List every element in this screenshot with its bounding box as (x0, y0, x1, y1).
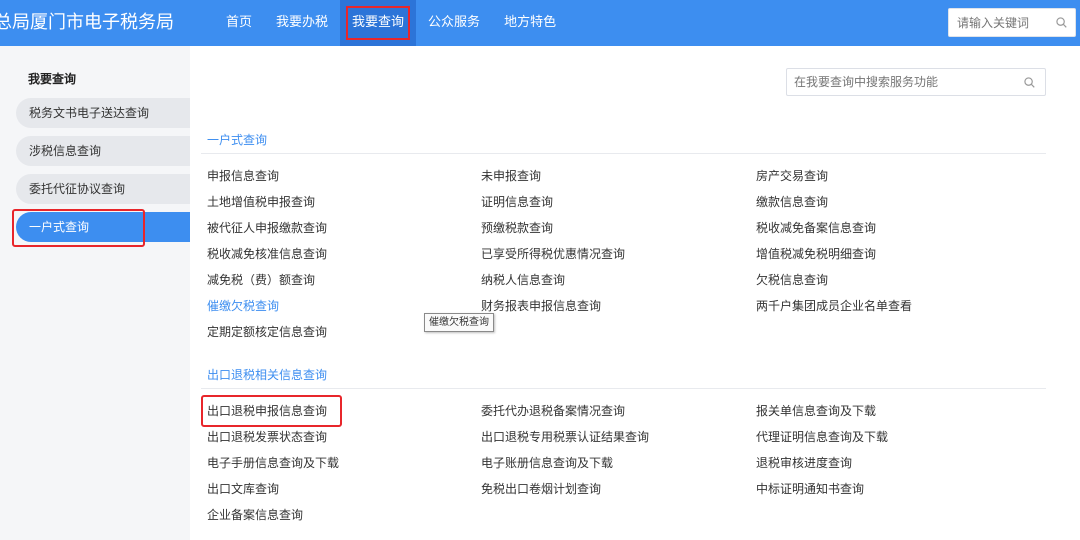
link-prepaid-tax[interactable]: 预缴税款查询 (481, 219, 553, 236)
divider (201, 388, 1046, 389)
link-refund-review-progress[interactable]: 退税审核进度查询 (756, 454, 852, 471)
sidebar-item-one-stop-query[interactable]: 一户式查询 (16, 212, 190, 242)
sidebar-item-tax-info[interactable]: 涉税信息查询 (16, 136, 190, 166)
link-declaration-info[interactable]: 申报信息查询 (207, 167, 279, 184)
link-refund-invoice-status[interactable]: 出口退税发票状态查询 (207, 428, 327, 445)
link-certificate-info[interactable]: 证明信息查询 (481, 193, 553, 210)
link-enterprise-filing[interactable]: 企业备案信息查询 (207, 506, 303, 523)
link-export-library[interactable]: 出口文库查询 (207, 480, 279, 497)
link-property-transaction[interactable]: 房产交易查询 (756, 167, 828, 184)
main-nav: 首页 我要办税 我要查询 公众服务 地方特色 (214, 0, 568, 46)
header-search-input[interactable] (957, 9, 1057, 36)
link-taxpayer-info[interactable]: 纳税人信息查询 (481, 271, 565, 288)
link-group-member-list[interactable]: 两千户集团成员企业名单查看 (756, 297, 912, 314)
link-e-account-book[interactable]: 电子账册信息查询及下载 (481, 454, 613, 471)
link-customs-declaration[interactable]: 报关单信息查询及下载 (756, 402, 876, 419)
sidebar-title: 我要查询 (28, 72, 77, 86)
link-e-manual[interactable]: 电子手册信息查询及下载 (207, 454, 339, 471)
link-agent-refund-filing[interactable]: 委托代办退税备案情况查询 (481, 402, 625, 419)
link-overdue-tax-reminder[interactable]: 催缴欠税查询 (207, 297, 279, 314)
site-title: 总局厦门市电子税务局 (0, 12, 174, 33)
link-exemption-filing[interactable]: 税收减免备案信息查询 (756, 219, 876, 236)
sidebar-item-tax-doc-delivery[interactable]: 税务文书电子送达查询 (16, 98, 190, 128)
link-fixed-quota[interactable]: 定期定额核定信息查询 (207, 323, 327, 340)
nav-public-service[interactable]: 公众服务 (416, 0, 492, 46)
top-header: 总局厦门市电子税务局 首页 我要办税 我要查询 公众服务 地方特色 (0, 0, 1080, 46)
nav-local-features[interactable]: 地方特色 (492, 0, 568, 46)
link-undeclared[interactable]: 未申报查询 (481, 167, 541, 184)
link-special-ticket-auth[interactable]: 出口退税专用税票认证结果查询 (481, 428, 649, 445)
link-income-tax-preference[interactable]: 已享受所得税优惠情况查询 (481, 245, 625, 262)
nav-query[interactable]: 我要查询 (340, 0, 417, 46)
link-payment-info[interactable]: 缴款信息查询 (756, 193, 828, 210)
tooltip: 催缴欠税查询 (424, 313, 494, 332)
link-arrears-info[interactable]: 欠税信息查询 (756, 271, 828, 288)
link-export-refund-declaration[interactable]: 出口退税申报信息查询 (207, 402, 327, 419)
nav-tax-handling[interactable]: 我要办税 (264, 0, 340, 46)
link-tax-free-cigarette-plan[interactable]: 免税出口卷烟计划查询 (481, 480, 601, 497)
divider (201, 153, 1046, 154)
link-vat-exemption-detail[interactable]: 增值税减免税明细查询 (756, 245, 876, 262)
section-title-one-stop: 一户式查询 (207, 133, 268, 147)
nav-home[interactable]: 首页 (214, 0, 264, 46)
sidebar: 我要查询 税务文书电子送达查询 涉税信息查询 委托代征协议查询 一户式查询 (0, 46, 190, 540)
link-exemption-approval[interactable]: 税收减免核准信息查询 (207, 245, 327, 262)
main-search-box (786, 68, 1046, 96)
search-icon[interactable] (1024, 77, 1035, 88)
link-land-vat-declaration[interactable]: 土地增值税申报查询 (207, 193, 315, 210)
section-title-export-refund: 出口退税相关信息查询 (207, 368, 328, 382)
header-search-box (948, 8, 1076, 37)
main-search-input[interactable] (794, 69, 1014, 95)
sidebar-item-entrusted-agreement[interactable]: 委托代征协议查询 (16, 174, 190, 204)
link-exemption-amount[interactable]: 减免税（费）额查询 (207, 271, 315, 288)
search-icon[interactable] (1056, 17, 1067, 28)
link-agency-certificate[interactable]: 代理证明信息查询及下载 (756, 428, 888, 445)
link-bid-certificate[interactable]: 中标证明通知书查询 (756, 480, 864, 497)
link-financial-report[interactable]: 财务报表申报信息查询 (481, 297, 601, 314)
link-collected-payment[interactable]: 被代征人申报缴款查询 (207, 219, 327, 236)
